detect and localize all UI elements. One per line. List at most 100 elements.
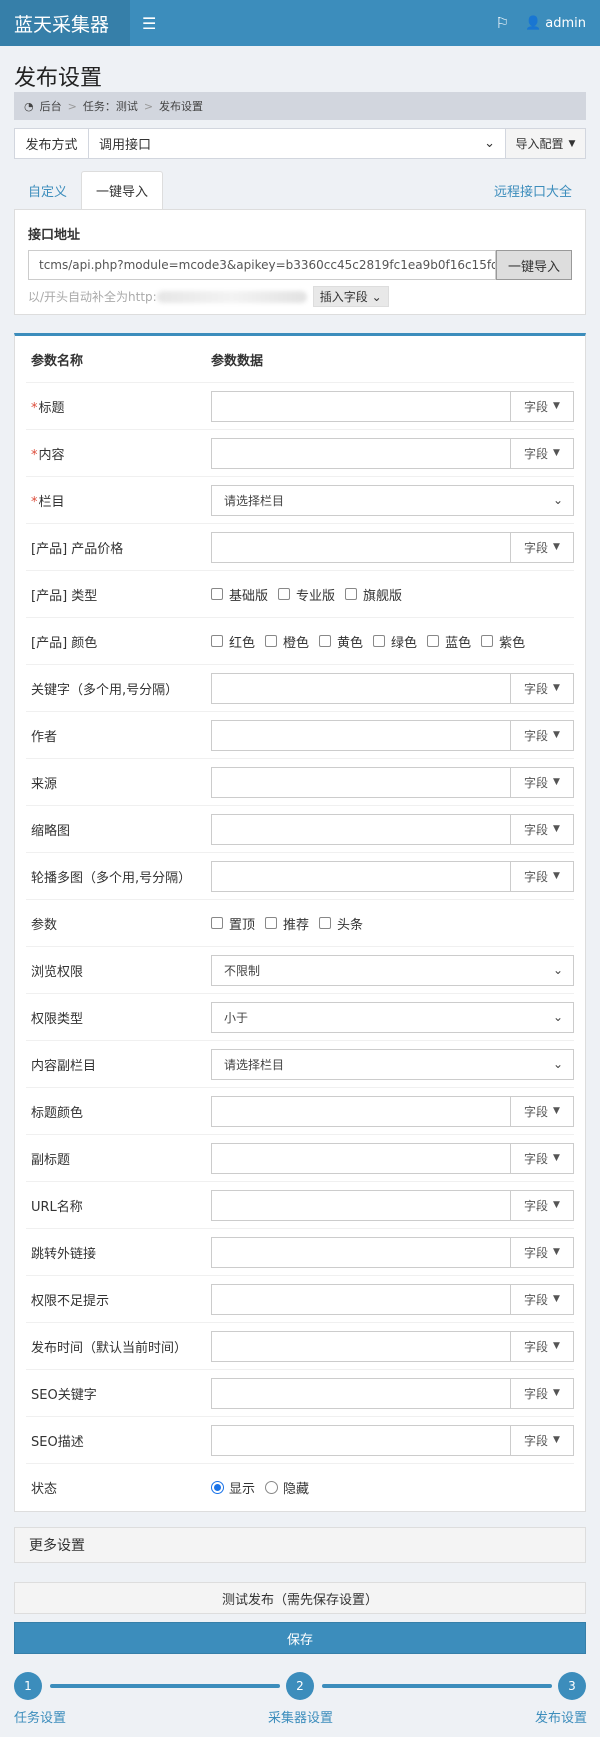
publish-method-select[interactable]: 调用接口 ⌄ [89, 128, 506, 159]
field-row-subtitle: 副标题 字段 ▼ [26, 1134, 574, 1181]
checkbox-color-yellow[interactable]: 黄色 [319, 632, 363, 651]
one-click-import-button[interactable]: 一键导入 [496, 250, 572, 280]
checkbox-color-green[interactable]: 绿色 [373, 632, 417, 651]
checkbox-color-orange[interactable]: 橙色 [265, 632, 309, 651]
checkbox[interactable] [481, 635, 494, 647]
author-input[interactable] [211, 719, 511, 751]
tabs: 自定义 一键导入 远程接口大全 [14, 171, 586, 209]
radio-status-show[interactable]: 显示 [211, 1478, 255, 1497]
radio-label: 隐藏 [283, 1482, 310, 1497]
field-dropdown-button[interactable]: 字段 ▼ [511, 1236, 574, 1268]
step-3-dot[interactable]: 3 [558, 1672, 586, 1700]
radio-button[interactable] [211, 1481, 224, 1494]
step-2-dot[interactable]: 2 [286, 1672, 314, 1700]
checkbox[interactable] [265, 917, 278, 929]
title-input[interactable] [211, 390, 511, 422]
field-dropdown-button[interactable]: 字段 ▼ [511, 860, 574, 892]
checkbox-param-top[interactable]: 置顶 [211, 914, 255, 933]
field-dropdown-button[interactable]: 字段 ▼ [511, 1377, 574, 1409]
checkbox[interactable] [265, 635, 278, 647]
source-input[interactable] [211, 766, 511, 798]
seo-keywords-input[interactable] [211, 1377, 511, 1409]
field-label: SEO描述 [31, 1434, 84, 1450]
test-publish-button[interactable]: 测试发布（需先保存设置） [14, 1582, 586, 1614]
checkbox[interactable] [319, 635, 332, 647]
field-dropdown-button[interactable]: 字段 ▼ [511, 1283, 574, 1315]
perm-tip-input[interactable] [211, 1283, 511, 1315]
tab-import[interactable]: 一键导入 [81, 171, 164, 209]
seo-desc-input[interactable] [211, 1424, 511, 1456]
checkbox-type-basic[interactable]: 基础版 [211, 585, 268, 604]
checkbox[interactable] [278, 588, 291, 600]
checkbox-type-pro[interactable]: 专业版 [278, 585, 335, 604]
sub-column-select[interactable]: 请选择栏目 ⌄ [211, 1048, 574, 1080]
field-dropdown-button[interactable]: 字段 ▼ [511, 813, 574, 845]
app-logo[interactable]: 蓝天采集器 [0, 0, 130, 46]
save-button[interactable]: 保存 [14, 1622, 586, 1654]
field-dropdown-button[interactable]: 字段 ▼ [511, 1424, 574, 1456]
user-menu[interactable]: 👤 admin [525, 16, 586, 31]
checkbox[interactable] [211, 635, 223, 647]
checkbox[interactable] [427, 635, 440, 647]
checkbox-type-flagship[interactable]: 旗舰版 [345, 585, 402, 604]
content-input[interactable] [211, 437, 511, 469]
checkbox-param-headline[interactable]: 头条 [319, 914, 363, 933]
thumb-input[interactable] [211, 813, 511, 845]
view-perm-select[interactable]: 不限制 ⌄ [211, 954, 574, 986]
field-dropdown-button[interactable]: 字段 ▼ [511, 1330, 574, 1362]
checkbox-color-red[interactable]: 红色 [211, 632, 255, 651]
field-dropdown-label: 字段 [524, 1292, 549, 1307]
url-name-input[interactable] [211, 1189, 511, 1221]
field-dropdown-button[interactable]: 字段 ▼ [511, 766, 574, 798]
field-dropdown-button[interactable]: 字段 ▼ [511, 437, 574, 469]
column-select[interactable]: 请选择栏目 ⌄ [211, 484, 574, 516]
required-mark: * [31, 447, 38, 463]
required-mark: * [31, 400, 38, 416]
checkbox-label: 推荐 [283, 917, 310, 933]
breadcrumb-home[interactable]: 后台 [40, 98, 62, 114]
field-dropdown-button[interactable]: 字段 ▼ [511, 1189, 574, 1221]
step-3-label[interactable]: 发布设置 [535, 1707, 587, 1726]
radio-button[interactable] [265, 1481, 279, 1494]
price-input[interactable] [211, 531, 511, 563]
field-dropdown-button[interactable]: 字段 ▼ [511, 719, 574, 751]
checkbox[interactable] [319, 917, 332, 929]
tab-custom[interactable]: 自定义 [14, 171, 81, 209]
field-dropdown-button[interactable]: 字段 ▼ [511, 672, 574, 704]
checkbox-label: 橙色 [283, 635, 310, 651]
api-url-input[interactable]: tcms/api.php?module=mcode3&apikey=b3360c… [28, 250, 496, 280]
chevron-down-icon: ⌄ [552, 1010, 563, 1024]
step-2-label[interactable]: 采集器设置 [268, 1707, 333, 1726]
more-settings-panel[interactable]: 更多设置 [14, 1527, 586, 1563]
pub-time-input[interactable] [211, 1330, 511, 1362]
field-dropdown-button[interactable]: 字段 ▼ [511, 1142, 574, 1174]
import-config-button[interactable]: 导入配置 ▼ [506, 128, 586, 159]
field-dropdown-button[interactable]: 字段 ▼ [511, 531, 574, 563]
field-dropdown-button[interactable]: 字段 ▼ [511, 1095, 574, 1127]
title-color-input[interactable] [211, 1095, 511, 1127]
breadcrumb-task[interactable]: 任务：测试 [83, 98, 138, 114]
field-row-seo-desc: SEO描述 字段 ▼ [26, 1416, 574, 1463]
carousel-input[interactable] [211, 860, 511, 892]
checkbox[interactable] [211, 917, 223, 929]
jump-link-input[interactable] [211, 1236, 511, 1268]
remote-api-link[interactable]: 远程接口大全 [494, 171, 586, 209]
perm-type-select[interactable]: 小于 ⌄ [211, 1001, 574, 1033]
field-dropdown-button[interactable]: 字段 ▼ [511, 390, 574, 422]
checkbox-color-purple[interactable]: 紫色 [481, 632, 525, 651]
checkbox[interactable] [373, 635, 386, 647]
radio-status-hide[interactable]: 隐藏 [265, 1478, 309, 1497]
insert-field-button[interactable]: 插入字段 ⌄ [312, 286, 389, 307]
checkbox[interactable] [345, 588, 358, 600]
chevron-down-icon: ⌄ [552, 1057, 563, 1071]
breadcrumb-separator: > [143, 99, 154, 113]
flag-icon[interactable]: ⚐ [495, 14, 508, 32]
checkbox-color-blue[interactable]: 蓝色 [427, 632, 471, 651]
keywords-input[interactable] [211, 672, 511, 704]
menu-toggle-icon[interactable]: ☰ [142, 14, 156, 33]
subtitle-input[interactable] [211, 1142, 511, 1174]
checkbox-param-recommend[interactable]: 推荐 [265, 914, 309, 933]
step-1-dot[interactable]: 1 [14, 1672, 42, 1700]
checkbox[interactable] [211, 588, 223, 600]
step-1-label[interactable]: 任务设置 [14, 1707, 66, 1726]
